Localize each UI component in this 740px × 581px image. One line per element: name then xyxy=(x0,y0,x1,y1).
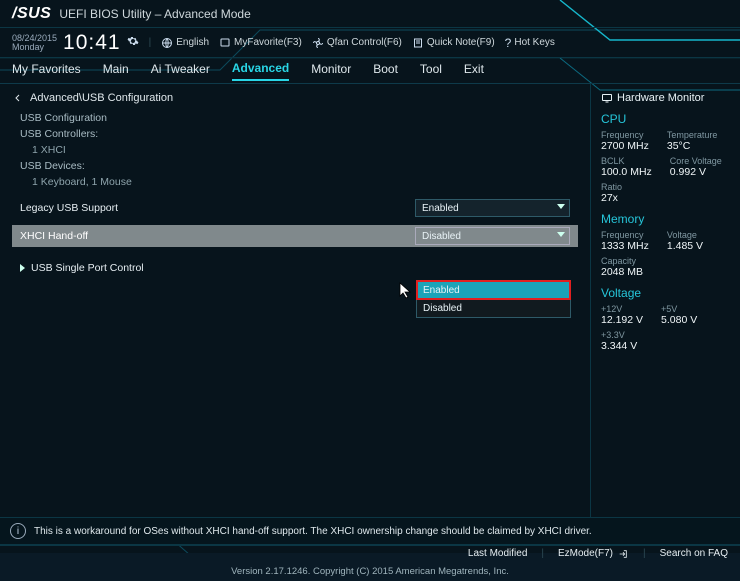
last-modified-button[interactable]: Last Modified xyxy=(468,548,527,559)
clock: 10:41 xyxy=(63,31,121,55)
window-title: UEFI BIOS Utility – Advanced Mode xyxy=(59,7,250,21)
dropdown-xhci-handoff[interactable]: Enabled Disabled xyxy=(416,280,571,318)
hw-cpu-heading: CPU xyxy=(601,112,730,126)
version-text: Version 2.17.1246. Copyright (C) 2015 Am… xyxy=(231,566,509,577)
hw-mvolt-v: 1.485 V xyxy=(667,240,703,252)
hw-mem-heading: Memory xyxy=(601,212,730,226)
select-legacy-usb[interactable]: Enabled xyxy=(415,199,570,217)
exit-icon xyxy=(617,549,629,559)
chevron-down-icon xyxy=(557,204,565,209)
info-icon: i xyxy=(10,523,26,539)
language-label: English xyxy=(176,37,209,48)
hw-33v-v: 3.344 V xyxy=(601,340,637,352)
day-text: Monday xyxy=(12,43,57,52)
hw-12v-v: 12.192 V xyxy=(601,314,643,326)
hw-mvolt-k: Voltage xyxy=(667,230,703,240)
hw-mfreq-v: 1333 MHz xyxy=(601,240,649,252)
language-button[interactable]: English xyxy=(161,37,209,49)
chevron-right-icon xyxy=(20,264,25,272)
option-enabled[interactable]: Enabled xyxy=(417,281,570,299)
tab-my-favorites[interactable]: My Favorites xyxy=(12,62,81,80)
search-faq-button[interactable]: Search on FAQ xyxy=(660,548,728,559)
hw-freq-k: Frequency xyxy=(601,130,649,140)
quicknote-label: Quick Note(F9) xyxy=(427,37,495,48)
label-legacy-usb: Legacy USB Support xyxy=(20,202,415,214)
hw-cap-v: 2048 MB xyxy=(601,266,643,278)
ezmode-label: EzMode(F7) xyxy=(558,548,613,559)
hw-cv-v: 0.992 V xyxy=(670,166,722,178)
hotkeys-button[interactable]: ? Hot Keys xyxy=(505,36,555,50)
select-xhci-handoff-value: Disabled xyxy=(422,231,461,242)
option-disabled[interactable]: Disabled xyxy=(417,299,570,317)
hardware-monitor-panel: Hardware Monitor CPU Frequency2700 MHz T… xyxy=(590,84,740,517)
label-xhci-handoff: XHCI Hand-off xyxy=(20,230,415,242)
hw-5v-k: +5V xyxy=(661,304,697,314)
date-block: 08/24/2015 Monday xyxy=(12,34,57,52)
hw-12v-k: +12V xyxy=(601,304,643,314)
myfavorite-label: MyFavorite(F3) xyxy=(234,37,302,48)
hw-title: Hardware Monitor xyxy=(617,92,704,104)
hw-temp-k: Temperature xyxy=(667,130,718,140)
row-xhci-handoff: XHCI Hand-off Disabled xyxy=(12,225,578,247)
brand-logo: /SUS xyxy=(12,5,51,23)
cursor-icon xyxy=(399,282,413,300)
row-legacy-usb: Legacy USB Support Enabled xyxy=(12,197,578,219)
hw-ratio-v: 27x xyxy=(601,192,622,204)
gear-icon[interactable] xyxy=(127,35,139,50)
qfan-button[interactable]: Qfan Control(F6) xyxy=(312,37,402,49)
myfavorite-button[interactable]: MyFavorite(F3) xyxy=(219,37,302,49)
hw-cap-k: Capacity xyxy=(601,256,643,266)
hw-temp-v: 35°C xyxy=(667,140,718,152)
hw-mfreq-k: Frequency xyxy=(601,230,649,240)
row-usb-single-port[interactable]: USB Single Port Control xyxy=(12,257,578,279)
help-text: This is a workaround for OSes without XH… xyxy=(34,526,592,537)
hotkeys-label: Hot Keys xyxy=(514,37,555,48)
select-legacy-usb-value: Enabled xyxy=(422,203,459,214)
hw-volt-heading: Voltage xyxy=(601,286,730,300)
hw-33v-k: +3.3V xyxy=(601,330,637,340)
tab-tool[interactable]: Tool xyxy=(420,62,442,80)
hw-ratio-k: Ratio xyxy=(601,182,622,192)
tab-boot[interactable]: Boot xyxy=(373,62,398,80)
breadcrumb-text: Advanced\USB Configuration xyxy=(30,92,173,104)
tab-exit[interactable]: Exit xyxy=(464,62,484,80)
hw-5v-v: 5.080 V xyxy=(661,314,697,326)
select-xhci-handoff[interactable]: Disabled xyxy=(415,227,570,245)
label-device-list: 1 Keyboard, 1 Mouse xyxy=(32,176,578,188)
hw-bclk-v: 100.0 MHz xyxy=(601,166,652,178)
label-usb-config: USB Configuration xyxy=(20,112,578,124)
tab-advanced[interactable]: Advanced xyxy=(232,61,289,81)
quicknote-button[interactable]: Quick Note(F9) xyxy=(412,37,495,49)
hw-bclk-k: BCLK xyxy=(601,156,652,166)
tab-monitor[interactable]: Monitor xyxy=(311,62,351,80)
label-usb-devices: USB Devices: xyxy=(20,160,578,172)
tab-ai-tweaker[interactable]: Ai Tweaker xyxy=(151,62,210,80)
tab-main[interactable]: Main xyxy=(103,62,129,80)
breadcrumb[interactable]: Advanced\USB Configuration xyxy=(12,92,578,104)
search-faq-label: Search on FAQ xyxy=(660,548,728,559)
label-usb-controllers: USB Controllers: xyxy=(20,128,578,140)
label-xhci-count: 1 XHCI xyxy=(32,144,578,156)
qfan-label: Qfan Control(F6) xyxy=(327,37,402,48)
chevron-down-icon xyxy=(557,232,565,237)
hw-freq-v: 2700 MHz xyxy=(601,140,649,152)
label-usb-single-port: USB Single Port Control xyxy=(31,262,144,274)
ezmode-button[interactable]: EzMode(F7) xyxy=(558,548,629,559)
hw-cv-k: Core Voltage xyxy=(670,156,722,166)
last-modified-label: Last Modified xyxy=(468,548,527,559)
